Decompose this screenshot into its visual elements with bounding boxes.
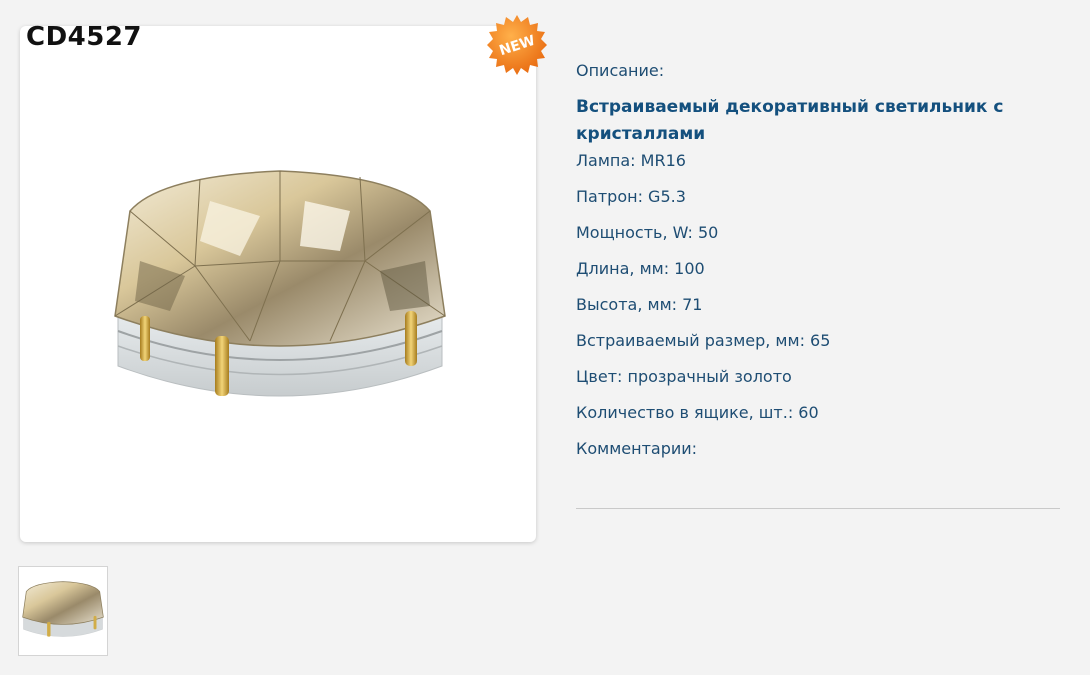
spec-color: Цвет: прозрачный золото [576, 367, 792, 386]
spec-comments: Комментарии: [576, 439, 698, 458]
product-thumbnail[interactable] [18, 566, 108, 656]
description-label: Описание: [576, 61, 665, 80]
product-title: Встраиваемый декоративный светильник с к… [576, 97, 1004, 144]
spec-socket: Патрон: G5.3 [576, 187, 686, 206]
product-photo [114, 170, 446, 397]
spec-length: Длина, мм: 100 [576, 259, 705, 278]
spec-height: Высота, мм: 71 [576, 295, 703, 314]
product-sku: CD4527 [26, 22, 143, 52]
new-badge-icon: NEW [487, 15, 547, 75]
spec-cutout: Встраиваемый размер, мм: 65 [576, 331, 831, 350]
spec-power: Мощность, W: 50 [576, 223, 719, 242]
divider [576, 508, 1060, 509]
main-product-image-frame[interactable]: CD4527 NEW [20, 15, 547, 542]
thumbnail-photo [22, 581, 104, 637]
spec-lamp: Лампа: MR16 [576, 151, 686, 170]
spec-box-qty: Количество в ящике, шт.: 60 [576, 403, 819, 422]
product-specs: Описание: Встраиваемый декоративный свет… [576, 60, 1046, 474]
